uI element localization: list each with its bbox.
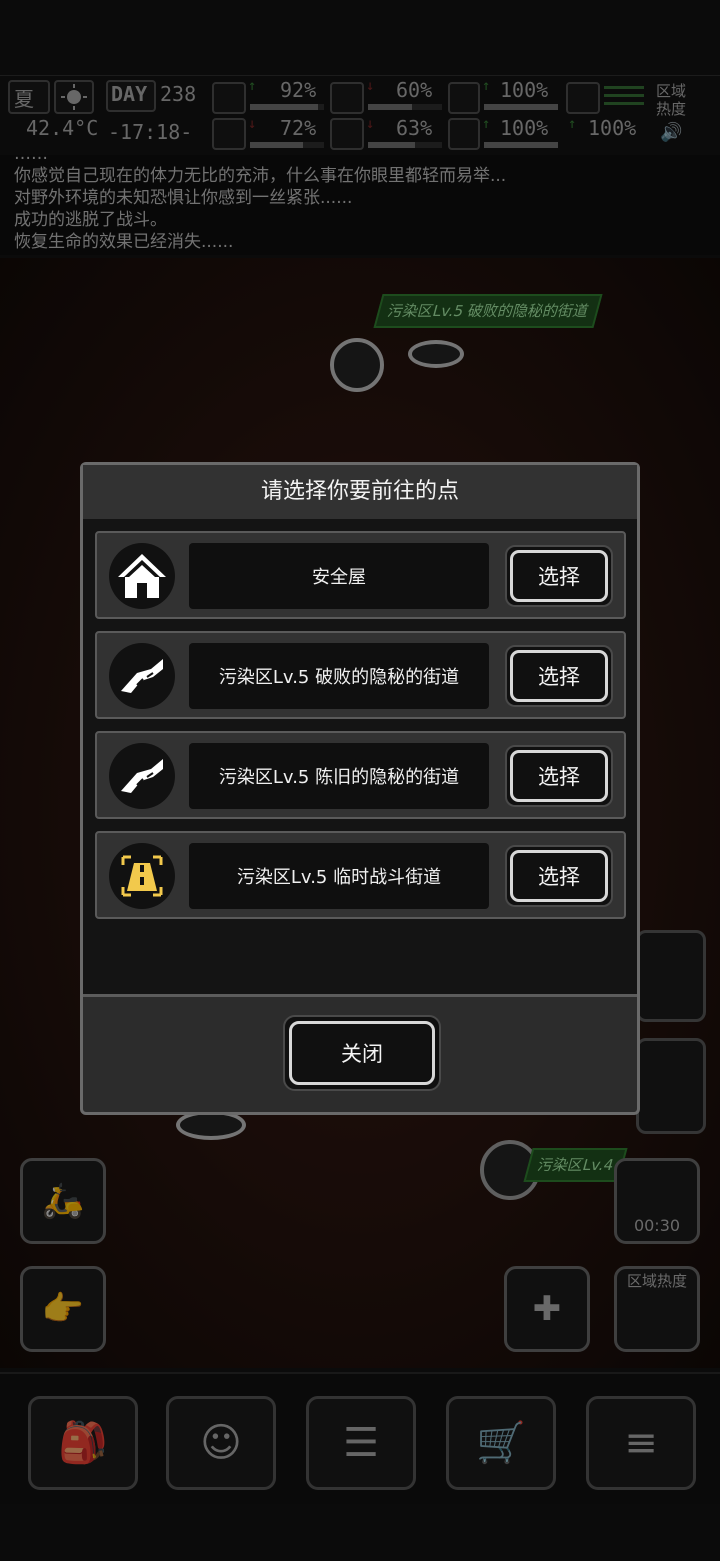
season-text: 夏 (14, 87, 34, 111)
quest-list-icon[interactable]: ☰ (306, 1396, 416, 1490)
destination-name: 污染区Lv.5 临时战斗街道 (189, 843, 489, 909)
energy-value: 100% (588, 116, 637, 140)
heat-button[interactable]: 区域热度 (614, 1266, 700, 1352)
select-button-label: 选择 (510, 650, 608, 702)
select-button[interactable]: 选择 (505, 645, 613, 707)
trend-up-icon: ↑ (248, 78, 257, 94)
clock-readout: -17:18- (108, 120, 193, 144)
heat-button-label: 区域热度 (626, 1272, 687, 1290)
energy-bar-2 (604, 94, 644, 97)
event-card[interactable] (636, 930, 706, 1022)
close-button-label: 关闭 (289, 1021, 435, 1085)
water-bar (368, 142, 442, 148)
medicine-value: 100% (500, 78, 549, 102)
trend-up-icon: ↑ (482, 116, 491, 132)
medical-folder-button[interactable]: ✚ (504, 1266, 590, 1352)
skills-head-icon[interactable]: ☺ (166, 1396, 276, 1490)
log-line: 成功的逃脱了战斗。 (14, 210, 167, 230)
map-location-marker (330, 338, 384, 392)
status-bar: 夏 42.4°C DAY 238 -17:18- ↑ 92% ↓ 60% ↑ 1… (0, 75, 720, 157)
food-value: 60% (396, 78, 433, 102)
shop-cart-icon[interactable]: 🛒 (446, 1396, 556, 1490)
select-button[interactable]: 选择 (505, 745, 613, 807)
energy-bar-1 (604, 86, 644, 89)
select-button-label: 选择 (510, 850, 608, 902)
destination-row: 安全屋 选择 (95, 531, 626, 619)
trend-up-icon: ↑ (568, 116, 577, 132)
water-value: 63% (396, 116, 433, 140)
destination-name: 污染区Lv.5 陈旧的隐秘的街道 (189, 743, 489, 809)
map-location-tag: 污染区Lv.4 (523, 1148, 628, 1182)
health-value: 92% (280, 78, 317, 102)
pill-icon (448, 82, 480, 114)
health-bar (250, 104, 324, 110)
season-badge: 夏 (8, 80, 50, 114)
mental-value: 72% (280, 116, 317, 140)
temperature-readout: 42.4°C (26, 116, 99, 140)
message-log: …… 你感觉自己现在的体力无比的充沛，什么事在你眼里都轻而易举... 对野外环境… (0, 155, 720, 255)
select-button[interactable]: 选择 (505, 845, 613, 907)
log-line: 对野外环境的未知恐惧让你感到一丝紧张...... (14, 188, 353, 208)
road-icon (109, 643, 175, 709)
road-icon (109, 743, 175, 809)
dialog-title: 请选择你要前往的点 (83, 465, 637, 522)
destination-name: 安全屋 (189, 543, 489, 609)
select-button-label: 选择 (510, 550, 608, 602)
destination-row: 污染区Lv.5 破败的隐秘的街道 选择 (95, 631, 626, 719)
brain-icon (212, 118, 246, 150)
scooter-button[interactable]: 🛵 (20, 1158, 106, 1244)
trend-down-icon: ↓ (366, 78, 375, 94)
select-button-label: 选择 (510, 750, 608, 802)
day-number: 238 (160, 82, 197, 106)
destination-dialog: 请选择你要前往的点 安全屋 选择 污染区Lv.5 破败的隐秘的街道 选择 污染区… (80, 462, 640, 1115)
sun-icon (54, 80, 94, 114)
heart-icon (448, 118, 480, 150)
destination-row: 污染区Lv.5 陈旧的隐秘的街道 选择 (95, 731, 626, 819)
radar-timer: 00:30 (633, 1216, 681, 1235)
backpack-icon[interactable]: 🎒 (28, 1396, 138, 1490)
map-location-tag: 污染区Lv.5 破败的隐秘的街道 (373, 294, 603, 328)
map-location-marker (408, 340, 464, 368)
select-button[interactable]: 选择 (505, 545, 613, 607)
trend-down-icon: ↓ (248, 116, 257, 132)
bottom-nav: 🎒 ☺ ☰ 🛒 ≡ (0, 1372, 720, 1504)
medicine-bar (484, 104, 558, 110)
mood-bar (484, 142, 558, 148)
food-bar (368, 104, 442, 110)
close-button[interactable]: 关闭 (283, 1015, 441, 1091)
radar-button[interactable]: 00:30 (614, 1158, 700, 1244)
log-line: 恢复生命的效果已经消失...... (14, 232, 234, 252)
medkit-icon (212, 82, 246, 114)
trend-up-icon: ↑ (482, 78, 491, 94)
menu-icon[interactable]: ≡ (586, 1396, 696, 1490)
energy-bar-3 (604, 102, 644, 105)
house-icon (109, 543, 175, 609)
event-card[interactable] (636, 1038, 706, 1134)
mood-value: 100% (500, 116, 549, 140)
hand-pointer-icon[interactable]: 👉 (20, 1266, 106, 1352)
trend-down-icon: ↓ (366, 116, 375, 132)
heat-label: 区域热度 (656, 82, 687, 118)
destination-name: 污染区Lv.5 破败的隐秘的街道 (189, 643, 489, 709)
destination-list: 安全屋 选择 污染区Lv.5 破败的隐秘的街道 选择 污染区Lv.5 陈旧的隐秘… (83, 519, 637, 997)
day-badge: DAY (106, 80, 156, 112)
destination-row: 污染区Lv.5 临时战斗街道 选择 (95, 831, 626, 919)
speaker-icon: 🔊 (660, 122, 683, 143)
boot-icon (566, 82, 600, 114)
log-line: …… (14, 155, 720, 165)
log-line: 你感觉自己现在的体力无比的充沛，什么事在你眼里都轻而易举... (14, 166, 507, 186)
battle-road-icon (109, 843, 175, 909)
mental-bar (250, 142, 324, 148)
water-drop-icon (330, 118, 364, 150)
stomach-icon (330, 82, 364, 114)
day-label: DAY (111, 82, 148, 106)
